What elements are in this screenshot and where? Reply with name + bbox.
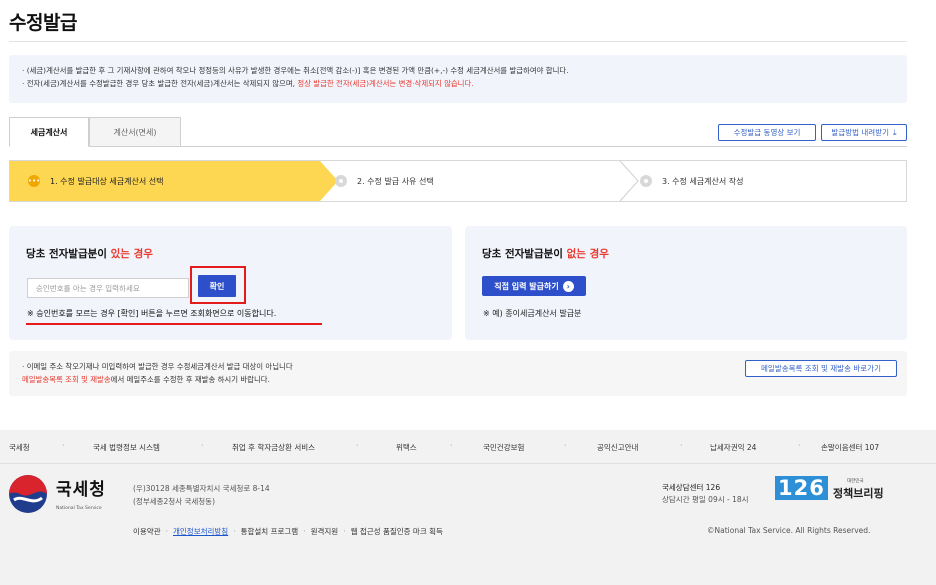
step-3: 3. 수정 세금계산서 작성 <box>640 161 900 201</box>
footer-link[interactable]: 손말이음센터 107 <box>821 442 879 453</box>
note-underline <box>26 323 322 325</box>
footer-dot: · <box>564 441 567 450</box>
title-divider <box>9 41 907 42</box>
page-title: 수정발급 <box>9 12 77 34</box>
step-1-label: 1. 수정 발급대상 세금계산서 선택 <box>50 176 164 186</box>
download-guide-button[interactable]: 발급방법 내려받기 ⤓ <box>821 124 907 141</box>
footer-dot: · <box>356 441 359 450</box>
logo-name: 국세청 <box>56 480 106 500</box>
footer-dot: · <box>201 441 204 450</box>
policy-logo-small: 대한민국 <box>847 479 864 484</box>
nts-logo-icon <box>9 475 47 513</box>
footer-link[interactable]: 위택스 <box>396 442 417 453</box>
policy-briefing-logo[interactable]: 대한민국 정책브리핑 <box>833 478 907 504</box>
copyright: ©National Tax Service. All Rights Reserv… <box>707 526 871 535</box>
no-existing-issue-title-text: 당초 전자발급분이 <box>482 248 567 260</box>
email-notice-box: · 이메일 주소 착오기재나 미입력하여 발급한 경우 수정세금계산서 발급 대… <box>9 351 907 396</box>
footer-bottom-links: 이용약관 · 개인정보처리방침 · 통합설치 프로그램 · 원격지원 · 웹 접근성 품질인증 … <box>133 526 443 537</box>
notice-line-2: · 전자(세금)계산서를 수정발급한 경우 당초 발급한 전자(세금)계산서는 … <box>22 77 894 90</box>
tab-tax-invoice[interactable]: 세금계산서 <box>9 117 89 147</box>
notice-line-1: · (세금)계산서를 발급한 후 그 기재사항에 관하여 착오나 정정등의 사유… <box>22 66 569 75</box>
notice-line-2-highlight: 정상 발급한 전자(세금)계산서는 변경·삭제되지 않습니다. <box>297 79 474 88</box>
paper-invoice-note: ※ 예) 종이세금계산서 발급분 <box>483 309 582 318</box>
link-separator: · <box>233 527 236 536</box>
direct-issue-button[interactable]: 직접 입력 발급하기 › <box>482 276 586 296</box>
no-existing-issue-title: 당초 전자발급분이 없는 경우 <box>482 246 609 261</box>
notice-line-2-text: · 전자(세금)계산서를 수정발급한 경우 당초 발급한 전자(세금)계산서는 … <box>22 79 298 88</box>
counsel-center-title: 국세상담센터 126 <box>662 483 721 492</box>
footer-dot: · <box>798 441 801 450</box>
email-list-shortcut-button[interactable]: 메일발송목록 조회 및 재발송 바로가기 <box>745 360 897 377</box>
step-inactive-icon <box>335 175 347 187</box>
email-list-link-text[interactable]: 메일발송목록 조회 및 재발송 <box>22 375 111 384</box>
step-2-label: 2. 수정 발급 사유 선택 <box>357 176 434 186</box>
counsel-center-info: 국세상담센터 126 상담시간 평일 09시 - 18시 <box>662 482 749 506</box>
install-program-link[interactable]: 통합설치 프로그램 <box>241 527 299 536</box>
footer-dot: · <box>450 441 453 450</box>
address-line-1: (우)30128 세종특별자치시 국세청로 8-14 <box>133 484 270 493</box>
logo-subtitle: National Tax Service <box>56 506 102 511</box>
address-line-2: (정부세종2청사 국세청동) <box>133 497 216 506</box>
privacy-policy-link[interactable]: 개인정보처리방침 <box>173 527 228 536</box>
remote-support-link[interactable]: 원격지원 <box>311 527 339 536</box>
approval-note: ※ 승인번호를 모르는 경우 [확인] 버튼을 누르면 조회화면으로 이동합니다… <box>27 309 277 318</box>
step-separator-icon <box>619 161 639 201</box>
existing-issue-title-text: 당초 전자발급분이 <box>26 248 111 260</box>
footer-link[interactable]: 국세청 <box>9 442 30 453</box>
step-3-label: 3. 수정 세금계산서 작성 <box>662 176 744 186</box>
download-guide-label: 발급방법 내려받기 <box>831 128 890 137</box>
footer-link[interactable]: 취업 후 학자금상환 서비스 <box>232 442 315 453</box>
download-icon: ⤓ <box>893 127 897 137</box>
existing-issue-title-highlight: 있는 경우 <box>110 248 153 260</box>
direct-issue-label: 직접 입력 발급하기 <box>494 281 559 291</box>
footer-link[interactable]: 국민건강보험 <box>483 442 524 453</box>
approval-number-input[interactable] <box>27 278 189 298</box>
footer-dot: · <box>62 441 65 450</box>
footer-dot: · <box>680 441 683 450</box>
counsel-hours: 상담시간 평일 09시 - 18시 <box>662 495 749 504</box>
step-active-icon: ••• <box>27 175 41 187</box>
notice-box: · (세금)계산서를 발급한 후 그 기재사항에 관하여 착오나 정정등의 사유… <box>9 55 907 103</box>
existing-issue-box: 당초 전자발급분이 있는 경우 확인 ※ 승인번호를 모르는 경우 [확인] 버… <box>9 226 452 340</box>
accessibility-mark-link[interactable]: 웹 접근성 품질인증 마크 획득 <box>351 527 443 536</box>
step-1: ••• 1. 수정 발급대상 세금계산서 선택 <box>10 161 320 201</box>
link-separator: · <box>165 527 168 536</box>
step-inactive-icon <box>640 175 652 187</box>
policy-logo-text: 정책브리핑 <box>833 487 884 500</box>
confirm-button[interactable]: 확인 <box>198 275 236 297</box>
footer-link[interactable]: 납세자권익 24 <box>710 442 756 453</box>
step-2: 2. 수정 발급 사유 선택 <box>335 161 615 201</box>
terms-link[interactable]: 이용약관 <box>133 527 161 536</box>
tab-invoice-exempt[interactable]: 계산서(면세) <box>89 117 181 147</box>
arrow-right-circle-icon: › <box>562 280 574 292</box>
existing-issue-title: 당초 전자발급분이 있는 경우 <box>26 246 153 261</box>
email-notice-line-2-text: 에서 메일주소를 수정한 후 재발송 하시기 바랍니다. <box>110 375 270 384</box>
no-existing-issue-box: 당초 전자발급분이 없는 경우 직접 입력 발급하기 › ※ 예) 종이세금계산서… <box>465 226 907 340</box>
footer-link[interactable]: 국세 법령정보 시스템 <box>93 442 160 453</box>
footer-link[interactable]: 공익신고안내 <box>597 442 638 453</box>
link-separator: · <box>343 527 346 536</box>
counsel-number-logo: 126 <box>775 476 828 500</box>
tab-bar: 세금계산서 계산서(면세) 수정발급 동영상 보기 발급방법 내려받기 ⤓ <box>9 117 907 147</box>
address: (우)30128 세종특별자치시 국세청로 8-14 (정부세종2청사 국세청동… <box>133 482 270 508</box>
link-separator: · <box>303 527 306 536</box>
video-guide-button[interactable]: 수정발급 동영상 보기 <box>718 124 816 141</box>
step-indicator: ••• 1. 수정 발급대상 세금계산서 선택 2. 수정 발급 사유 선택 3… <box>9 160 907 202</box>
no-existing-issue-title-highlight: 없는 경우 <box>566 248 609 260</box>
counsel-number: 126 <box>775 476 828 500</box>
footer-related-links: 국세청 · 국세 법령정보 시스템 · 취업 후 학자금상환 서비스 · 위택스… <box>0 430 936 464</box>
footer: 국세청 · 국세 법령정보 시스템 · 취업 후 학자금상환 서비스 · 위택스… <box>0 430 936 585</box>
